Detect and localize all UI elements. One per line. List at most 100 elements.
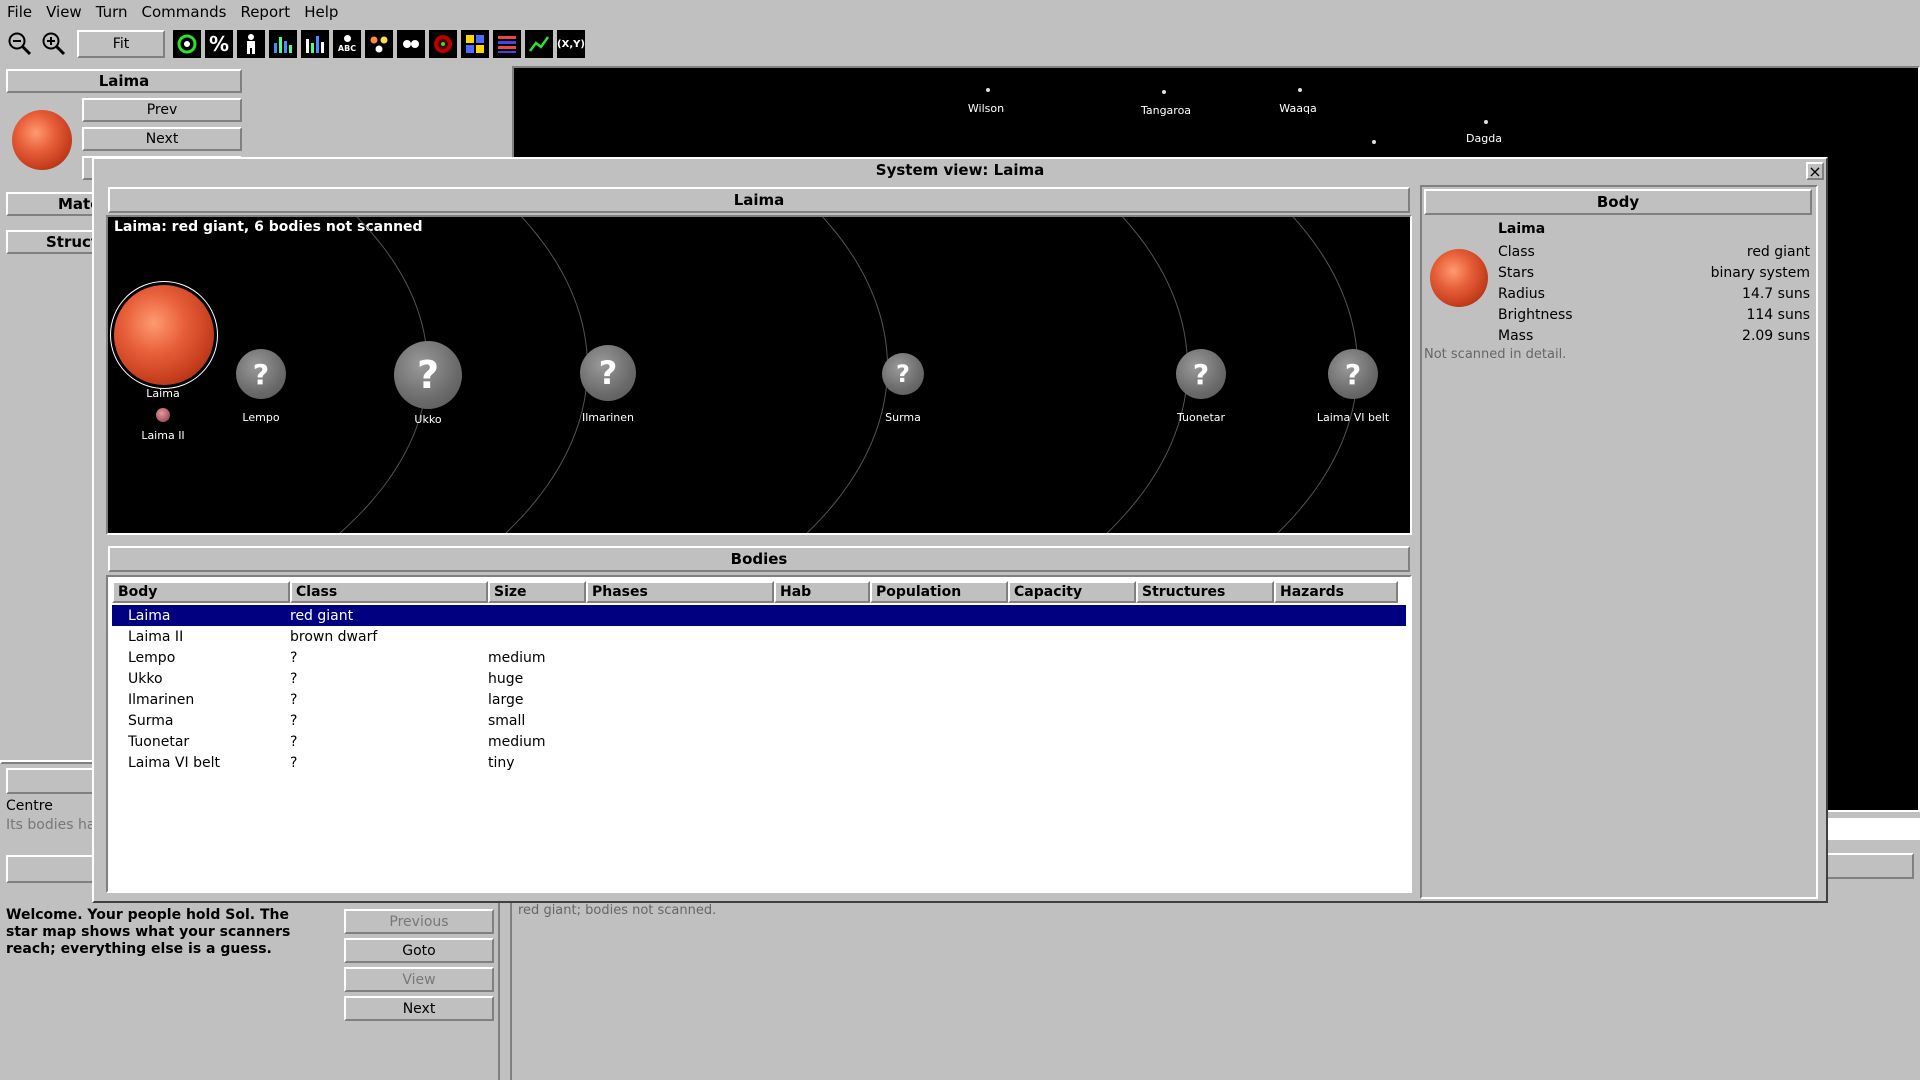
- star-label: Waaqa: [1279, 102, 1317, 115]
- companion-star-laima-ii[interactable]: [156, 408, 170, 422]
- body-ukko-unknown-icon[interactable]: ?: [394, 341, 462, 409]
- trend-button[interactable]: [525, 30, 553, 58]
- population-button[interactable]: [237, 30, 265, 58]
- column-header-phases[interactable]: Phases: [586, 581, 774, 603]
- column-header-class[interactable]: Class: [290, 581, 488, 603]
- percent-button[interactable]: %: [205, 30, 233, 58]
- system-diagram[interactable]: Laima: red giant, 6 bodies not scanned L…: [106, 215, 1412, 535]
- body-name: Laima: [1498, 221, 1546, 237]
- body-label-ilmarinen: Ilmarinen: [581, 411, 635, 424]
- cell-class: ?: [290, 712, 298, 729]
- menu-commands[interactable]: Commands: [135, 0, 234, 24]
- body-laima-vi-belt-unknown-icon[interactable]: ?: [1328, 349, 1378, 399]
- column-header-size[interactable]: Size: [488, 581, 586, 603]
- cell-body: Surma: [128, 712, 174, 729]
- menu-help[interactable]: Help: [297, 0, 345, 24]
- table-row[interactable]: Laima II brown dwarf: [112, 626, 1406, 647]
- menu-view[interactable]: View: [39, 0, 89, 24]
- star-tangaroa[interactable]: [1162, 90, 1166, 94]
- flags-button[interactable]: [493, 30, 521, 58]
- star-label: Wilson: [967, 102, 1005, 115]
- prop-mass-row: Mass 2.09 suns: [1498, 327, 1810, 344]
- table-row[interactable]: Surma ? small: [112, 710, 1406, 731]
- body-lempo-unknown-icon[interactable]: ?: [236, 349, 286, 399]
- dot-icon: [343, 35, 351, 42]
- table-row[interactable]: Ukko ? huge: [112, 668, 1406, 689]
- star-unnamed[interactable]: [1372, 140, 1376, 144]
- bar-chart-button[interactable]: [269, 30, 297, 58]
- star-wilson[interactable]: [986, 88, 990, 92]
- table-row[interactable]: Lempo ? medium: [112, 647, 1406, 668]
- star-dagda[interactable]: [1484, 120, 1488, 124]
- central-star-label: Laima: [146, 387, 180, 400]
- scanner-range-button[interactable]: [173, 30, 201, 58]
- star-colors-icon: [370, 36, 388, 53]
- orbit-arc: [108, 217, 1358, 533]
- flags-icon: [498, 36, 516, 53]
- star-types-button[interactable]: [365, 30, 393, 58]
- bodies-table-header: Body Class Size Phases Hab Population Ca…: [112, 581, 1406, 603]
- prev-button[interactable]: Prev: [82, 98, 242, 122]
- bar-chart-alt-button[interactable]: [301, 30, 329, 58]
- table-row[interactable]: Tuonetar ? medium: [112, 731, 1406, 752]
- cell-size: large: [488, 691, 524, 708]
- cell-body: Ukko: [128, 670, 163, 687]
- body-label-surma: Surma: [885, 411, 921, 424]
- labels-button[interactable]: ABC: [333, 30, 361, 58]
- previous-message-button[interactable]: Previous: [344, 909, 494, 934]
- body-label-tuonetar: Tuonetar: [1176, 411, 1226, 424]
- star-waaqa[interactable]: [1298, 88, 1302, 92]
- next-button[interactable]: Next: [82, 127, 242, 151]
- table-row[interactable]: Ilmarinen ? large: [112, 689, 1406, 710]
- column-header-capacity[interactable]: Capacity: [1008, 581, 1136, 603]
- cell-body: Ilmarinen: [128, 691, 195, 708]
- map-status-field: [1826, 818, 1920, 840]
- close-icon: ×: [1808, 161, 1822, 181]
- column-header-body[interactable]: Body: [112, 581, 290, 603]
- bodies-note: Its bodies hav: [6, 817, 104, 833]
- goto-button[interactable]: Goto: [344, 938, 494, 963]
- prop-radius-row: Radius 14.7 suns: [1498, 285, 1810, 302]
- column-header-population[interactable]: Population: [870, 581, 1008, 603]
- territory-button[interactable]: [461, 30, 489, 58]
- column-header-hab[interactable]: Hab: [774, 581, 870, 603]
- cell-class: ?: [290, 670, 298, 687]
- toolbar: Fit % ABC (X,Y): [0, 27, 1920, 61]
- binary-stars-button[interactable]: [397, 30, 425, 58]
- cell-body: Tuonetar: [128, 733, 190, 750]
- target-button[interactable]: [429, 30, 457, 58]
- coordinates-button[interactable]: (X,Y): [557, 30, 585, 58]
- menu-file[interactable]: File: [0, 0, 39, 24]
- column-header-structures[interactable]: Structures: [1136, 581, 1274, 603]
- bodies-header: Bodies: [108, 546, 1410, 572]
- message-text: Welcome. Your people hold Sol. The star …: [6, 907, 291, 957]
- body-props: Class red giant Stars binary system Radius…: [1498, 241, 1810, 346]
- body-ilmarinen-unknown-icon[interactable]: ?: [580, 345, 636, 401]
- menu-report[interactable]: Report: [233, 0, 297, 24]
- person-icon: [247, 34, 255, 54]
- fit-button[interactable]: Fit: [77, 30, 165, 58]
- menu-turn[interactable]: Turn: [89, 0, 135, 24]
- cell-body: Laima II: [128, 628, 184, 645]
- close-button[interactable]: ×: [1806, 161, 1824, 181]
- body-surma-unknown-icon[interactable]: ?: [882, 353, 924, 395]
- zoom-in-button[interactable]: [39, 29, 69, 59]
- table-row[interactable]: Laima VI belt ? tiny: [112, 752, 1406, 773]
- cell-class: ?: [290, 754, 298, 771]
- system-view-dialog: System view: Laima × Laima Laima: red gi…: [92, 157, 1828, 903]
- bar-chart-icon: [274, 37, 292, 53]
- zoom-out-button[interactable]: [5, 29, 35, 59]
- table-row-selected[interactable]: Laima red giant: [112, 605, 1406, 626]
- cell-size: tiny: [488, 754, 515, 771]
- central-star-laima[interactable]: [114, 285, 214, 385]
- view-button[interactable]: View: [344, 967, 494, 992]
- target-icon: [434, 35, 452, 53]
- cell-class: ?: [290, 733, 298, 750]
- star-label: Tangaroa: [1140, 104, 1192, 117]
- next-message-button[interactable]: Next: [344, 996, 494, 1021]
- cell-size: small: [488, 712, 526, 729]
- column-header-hazards[interactable]: Hazards: [1274, 581, 1398, 603]
- body-tuonetar-unknown-icon[interactable]: ?: [1176, 349, 1226, 399]
- zoom-out-icon: [8, 32, 32, 56]
- zoom-in-icon: [42, 32, 66, 56]
